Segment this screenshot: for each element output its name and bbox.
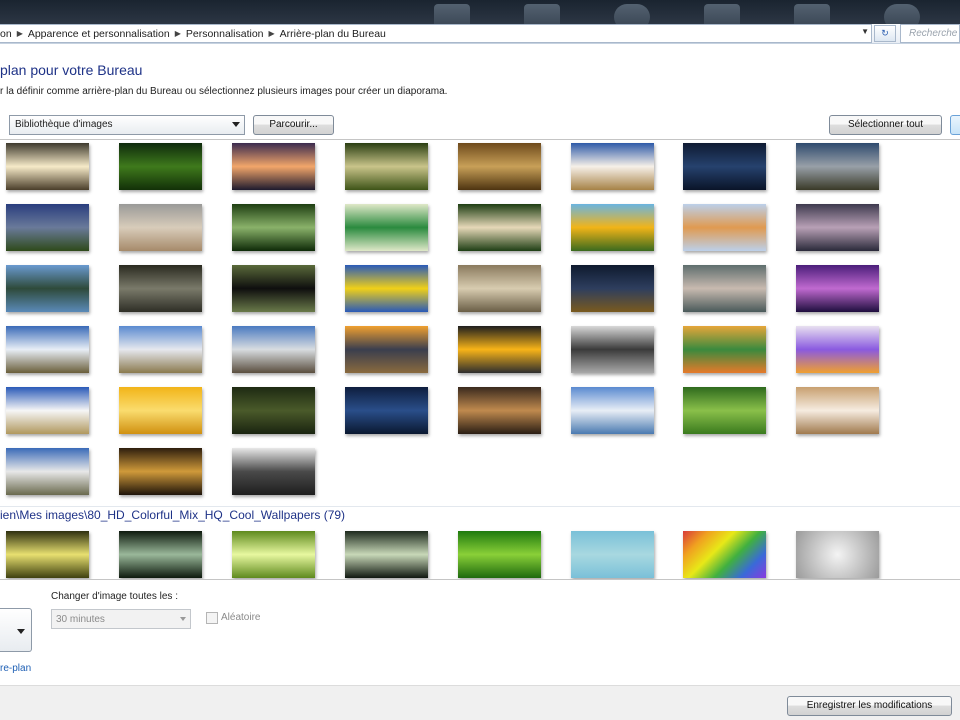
group-header[interactable]: ien\Mes images\80_HD_Colorful_Mix_HQ_Coo… (0, 508, 345, 522)
breadcrumb-item[interactable]: Personnalisation (186, 28, 264, 40)
wallpaper-thumbnail[interactable] (345, 265, 428, 312)
wallpaper-thumbnail[interactable] (796, 143, 879, 190)
wallpaper-thumbnail[interactable] (571, 387, 654, 434)
wallpaper-thumbnail[interactable] (6, 326, 89, 373)
wallpaper-thumbnail[interactable] (232, 387, 315, 434)
chevron-down-icon (17, 629, 25, 634)
wallpaper-thumbnail[interactable] (796, 204, 879, 251)
wallpaper-thumbnail[interactable] (119, 204, 202, 251)
wallpaper-thumbnail[interactable] (571, 326, 654, 373)
breadcrumb-item[interactable]: Arrière-plan du Bureau (280, 28, 386, 40)
wallpaper-thumbnail[interactable] (232, 204, 315, 251)
search-input[interactable]: Recherche (900, 24, 960, 43)
taskbar-icon[interactable] (794, 4, 830, 24)
taskbar-icon[interactable] (614, 4, 650, 24)
group-divider (0, 506, 960, 507)
refresh-button[interactable]: ↻ (874, 25, 896, 42)
breadcrumb-item[interactable]: Apparence et personnalisation (28, 28, 170, 40)
shuffle-label: Aléatoire (221, 612, 261, 623)
interval-select[interactable]: 30 minutes (51, 609, 191, 629)
wallpaper-thumbnail[interactable] (119, 326, 202, 373)
picture-position-select[interactable] (0, 608, 32, 652)
chevron-down-icon (180, 617, 186, 621)
wallpaper-thumbnail[interactable] (571, 531, 654, 578)
wallpaper-thumbnail[interactable] (683, 143, 766, 190)
save-changes-button[interactable]: Enregistrer les modifications (787, 696, 952, 716)
chevron-right-icon[interactable]: ▶ (175, 29, 181, 38)
wallpaper-thumbnail[interactable] (119, 448, 202, 495)
browse-button[interactable]: Parcourir... (253, 115, 334, 135)
wallpaper-thumbnail[interactable] (458, 143, 541, 190)
select-all-button[interactable]: Sélectionner tout (829, 115, 942, 135)
address-bar: on ▶ Apparence et personnalisation ▶ Per… (0, 24, 960, 44)
chevron-down-icon (232, 122, 240, 127)
wallpaper-thumbnail[interactable] (232, 531, 315, 578)
chevron-right-icon[interactable]: ▶ (269, 29, 275, 38)
wallpaper-thumbnail[interactable] (6, 204, 89, 251)
wallpaper-thumbnail[interactable] (458, 326, 541, 373)
wallpaper-thumbnail[interactable] (232, 326, 315, 373)
clear-all-button[interactable] (950, 115, 960, 135)
interval-value: 30 minutes (56, 614, 105, 625)
wallpaper-thumbnail[interactable] (796, 265, 879, 312)
page-instructions: r la définir comme arrière-plan du Burea… (0, 86, 448, 97)
interval-label: Changer d'image toutes les : (51, 591, 178, 602)
wallpaper-thumbnail[interactable] (6, 265, 89, 312)
wallpaper-thumbnail[interactable] (571, 143, 654, 190)
wallpaper-thumbnail[interactable] (345, 143, 428, 190)
wallpaper-thumbnail[interactable] (683, 265, 766, 312)
wallpaper-thumbnail[interactable] (345, 531, 428, 578)
wallpaper-thumbnail[interactable] (6, 531, 89, 578)
wallpaper-thumbnail[interactable] (683, 531, 766, 578)
wallpaper-thumbnail[interactable] (458, 531, 541, 578)
wallpaper-thumbnail[interactable] (458, 204, 541, 251)
wallpaper-thumbnail[interactable] (119, 531, 202, 578)
wallpaper-thumbnail[interactable] (119, 265, 202, 312)
wallpaper-thumbnail[interactable] (458, 387, 541, 434)
picture-location-select[interactable]: Bibliothèque d'images (9, 115, 245, 135)
wallpaper-thumbnail[interactable] (796, 326, 879, 373)
taskbar-strip (0, 0, 960, 24)
wallpaper-thumbnail[interactable] (683, 204, 766, 251)
wallpaper-thumbnail[interactable] (683, 387, 766, 434)
taskbar-icon[interactable] (704, 4, 740, 24)
breadcrumb-item[interactable]: on (0, 28, 12, 40)
wallpaper-thumbnail[interactable] (232, 265, 315, 312)
wallpaper-thumbnail[interactable] (571, 265, 654, 312)
wallpaper-thumbnail[interactable] (6, 387, 89, 434)
wallpaper-thumbnail[interactable] (119, 143, 202, 190)
wallpaper-thumbnail[interactable] (6, 143, 89, 190)
wallpaper-thumbnail[interactable] (571, 204, 654, 251)
wallpaper-thumbnail[interactable] (232, 143, 315, 190)
taskbar-icon[interactable] (884, 4, 920, 24)
chevron-right-icon[interactable]: ▶ (17, 29, 23, 38)
taskbar-icon[interactable] (524, 4, 560, 24)
picture-location-value: Bibliothèque d'images (15, 119, 113, 130)
wallpaper-thumbnail[interactable] (796, 387, 879, 434)
wallpaper-thumbnail[interactable] (345, 326, 428, 373)
background-link[interactable]: re-plan (0, 663, 31, 674)
wallpaper-thumbnail[interactable] (345, 387, 428, 434)
wallpaper-thumbnail[interactable] (232, 448, 315, 495)
page-title: plan pour votre Bureau (0, 62, 143, 78)
refresh-icon: ↻ (881, 28, 889, 38)
chevron-down-icon[interactable]: ▼ (861, 27, 869, 36)
wallpaper-thumbnail[interactable] (119, 387, 202, 434)
wallpaper-thumbnail[interactable] (796, 531, 879, 578)
breadcrumb[interactable]: on ▶ Apparence et personnalisation ▶ Per… (0, 24, 872, 43)
wallpaper-thumbnail[interactable] (683, 326, 766, 373)
wallpaper-thumbnail[interactable] (345, 204, 428, 251)
wallpaper-thumbnail[interactable] (6, 448, 89, 495)
wallpaper-thumbnail[interactable] (458, 265, 541, 312)
shuffle-checkbox[interactable] (206, 612, 218, 624)
taskbar-icon[interactable] (434, 4, 470, 24)
